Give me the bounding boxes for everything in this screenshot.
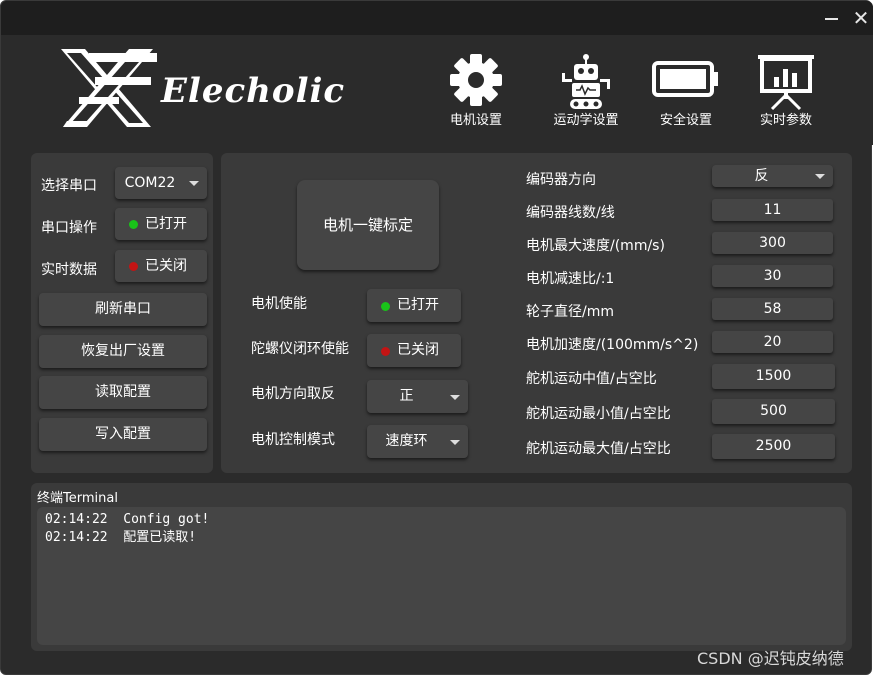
param-label: 编码器方向 <box>526 172 596 188</box>
param-label: 舵机运动最小值/占空比 <box>526 406 671 422</box>
acceleration-field[interactable]: 20 <box>712 331 833 353</box>
log-line: 02:14:22 Config got! <box>45 512 210 527</box>
servo-min-field[interactable]: 500 <box>712 399 835 424</box>
port-op-label: 串口操作 <box>41 220 97 236</box>
chevron-down-icon <box>450 394 460 400</box>
write-config-button[interactable]: 写入配置 <box>39 418 207 451</box>
realtime-toggle[interactable]: 已关闭 <box>115 250 207 282</box>
motor-enable-toggle[interactable]: 已打开 <box>367 289 461 322</box>
motor-dir-label: 电机方向取反 <box>251 386 335 402</box>
max-speed-field[interactable]: 300 <box>712 232 833 254</box>
read-config-button[interactable]: 读取配置 <box>39 376 207 409</box>
title-bar: ✕ <box>1 1 873 35</box>
chevron-down-icon <box>815 174 825 179</box>
nav-motor-label: 电机设置 <box>449 113 502 128</box>
port-select-value: COM22 <box>124 175 176 191</box>
brand-name: Elecholic <box>161 71 346 111</box>
control-mode-value: 速度环 <box>385 433 428 449</box>
port-label: 选择串口 <box>41 178 97 194</box>
gyro-label: 陀螺仪闭环使能 <box>251 341 349 357</box>
motor-enable-state: 已打开 <box>397 297 439 313</box>
realtime-label: 实时数据 <box>41 262 97 278</box>
nav-realtime-params[interactable]: 实时参数 <box>741 53 831 133</box>
status-on-indicator-icon <box>129 220 138 229</box>
header: Elecholic 电机设置 运动学设置 安全设置 实时参数 <box>1 35 873 145</box>
servo-max-field[interactable]: 2500 <box>712 434 835 459</box>
param-label: 轮子直径/mm <box>526 304 614 320</box>
minimize-button[interactable] <box>817 5 845 31</box>
terminal-output[interactable]: 02:14:22 Config got! 02:14:22 配置已读取! <box>37 507 846 645</box>
param-label: 舵机运动中值/占空比 <box>526 371 657 387</box>
nav-motor-settings[interactable]: 电机设置 <box>431 53 521 133</box>
close-button[interactable]: ✕ <box>847 5 875 31</box>
realtime-state: 已关闭 <box>145 258 187 274</box>
servo-mid-field[interactable]: 1500 <box>712 364 835 389</box>
elecholic-logo-icon <box>61 49 157 127</box>
port-op-toggle[interactable]: 已打开 <box>115 208 207 240</box>
battery-icon <box>652 61 718 97</box>
encoder-dir-select[interactable]: 反 <box>712 165 833 187</box>
control-mode-select[interactable]: 速度环 <box>367 425 468 458</box>
gear-icon <box>450 54 502 106</box>
status-off-indicator-icon <box>129 262 138 271</box>
calibrate-button[interactable]: 电机一键标定 <box>297 180 439 270</box>
reduction-ratio-field[interactable]: 30 <box>712 265 833 287</box>
robot-icon <box>562 54 610 109</box>
control-mode-label: 电机控制模式 <box>251 432 335 448</box>
port-select[interactable]: COM22 <box>115 167 207 199</box>
serial-panel: 选择串口 COM22 串口操作 已打开 实时数据 已关闭 刷新串口 恢复出厂设置… <box>31 153 213 473</box>
wheel-diameter-field[interactable]: 58 <box>712 298 833 320</box>
motor-dir-value: 正 <box>399 388 414 404</box>
encoder-dir-value: 反 <box>754 168 769 184</box>
nav-kinematics-label: 运动学设置 <box>553 113 619 128</box>
param-label: 舵机运动最大值/占空比 <box>526 441 671 457</box>
motor-enable-label: 电机使能 <box>251 296 307 312</box>
nav-safety-settings[interactable]: 安全设置 <box>641 53 731 133</box>
chevron-down-icon <box>189 181 199 186</box>
motor-dir-select[interactable]: 正 <box>367 380 468 413</box>
window-frame: ✕ Elecholic 电机设置 运动学设置 安全设置 实时参数 选择串口 CO… <box>0 0 873 675</box>
param-label: 电机加速度/(100mm/s^2) <box>526 337 699 353</box>
refresh-port-button[interactable]: 刷新串口 <box>39 293 207 326</box>
app-window: ✕ Elecholic 电机设置 运动学设置 安全设置 实时参数 选择串口 CO… <box>0 0 885 675</box>
gyro-state: 已关闭 <box>397 342 439 358</box>
watermark: CSDN @迟钝皮纳德 <box>697 649 844 668</box>
status-on-indicator-icon <box>381 301 390 311</box>
motor-config-panel: 电机一键标定 电机使能 已打开 陀螺仪闭环使能 已关闭 电机方向取反 正 电机控… <box>221 153 852 473</box>
param-label: 电机最大速度/(mm/s) <box>526 238 665 254</box>
gyro-toggle[interactable]: 已关闭 <box>367 334 461 367</box>
nav-realtime-label: 实时参数 <box>759 113 812 128</box>
terminal-title: 终端Terminal <box>37 491 118 506</box>
presentation-chart-icon <box>758 55 814 111</box>
nav-safety-label: 安全设置 <box>659 113 712 128</box>
terminal-panel: 终端Terminal 02:14:22 Config got! 02:14:22… <box>31 483 852 651</box>
nav-kinematics-settings[interactable]: 运动学设置 <box>541 53 631 133</box>
param-label: 电机减速比/:1 <box>526 271 615 287</box>
factory-reset-button[interactable]: 恢复出厂设置 <box>39 335 207 368</box>
param-label: 编码器线数/线 <box>526 205 615 221</box>
encoder-lines-field[interactable]: 11 <box>712 199 833 221</box>
port-op-state: 已打开 <box>145 216 187 232</box>
chevron-down-icon <box>450 439 460 445</box>
status-off-indicator-icon <box>381 346 390 356</box>
log-line: 02:14:22 配置已读取! <box>45 530 197 545</box>
